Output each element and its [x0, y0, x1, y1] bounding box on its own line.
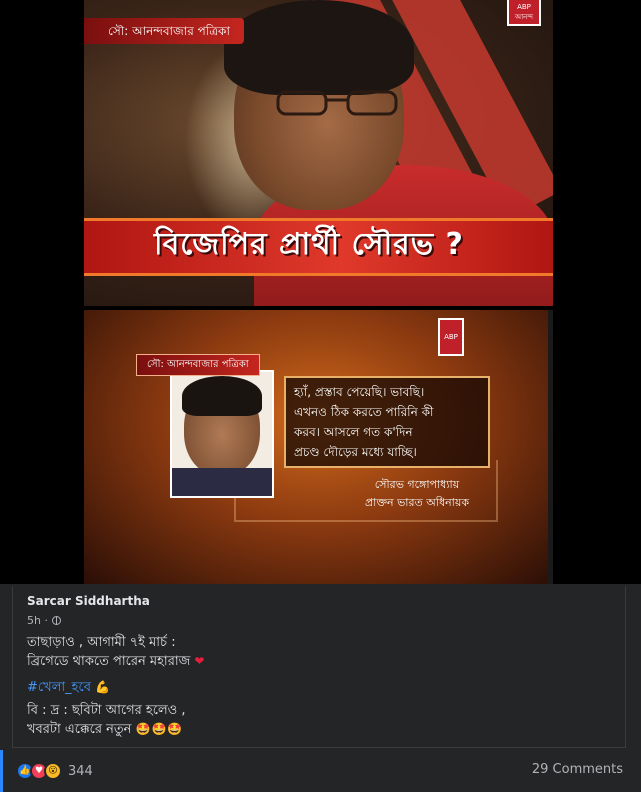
post-body: Sarcar Siddhartha 5h · তাছাড়াও , আগামী … [12, 586, 626, 748]
post-text-line: #খেলা_হবে 💪 [27, 678, 110, 697]
comments-count-link[interactable]: 29 Comments [532, 762, 623, 777]
post-text-line: ব্রিগেডে থাকতে পারেন মহারাজ ❤ [27, 652, 204, 671]
abp-logo-subtext: আনন্দ [515, 13, 533, 21]
news-screenshot-bottom: ABP সৌ: আনন্দবাজার পত্রিকা হ্যাঁ, প্রস্ত… [84, 310, 553, 584]
reactions-summary[interactable]: 👍 ♥ 😮 344 [16, 762, 93, 780]
post-text: বি : দ্র : ছবিটা আগের হলেও , [27, 703, 186, 718]
abp-logo: ABP [438, 318, 464, 356]
post-footer: 👍 ♥ 😮 344 29 Comments [0, 750, 641, 792]
wow-icon: 😮 [44, 762, 62, 780]
abp-logo-text: ABP [444, 333, 458, 341]
person-hair [182, 376, 262, 416]
star-struck-emoji-icon: 🤩🤩🤩 [135, 722, 184, 736]
flexed-bicep-emoji-icon: 💪 [95, 680, 111, 694]
post-text-line: বি : দ্র : ছবিটা আগের হলেও , [27, 702, 185, 720]
post-text: তাছাড়াও , আগামী ৭ই মার্চ : [27, 635, 176, 650]
news-screenshot-top: সৌ: আনন্দবাজার পত্রিকা ABP আনন্দ বিজেপির… [84, 0, 553, 306]
quote-line: করব। আসলে গত ক'দিন [294, 425, 413, 439]
post-media[interactable]: সৌ: আনন্দবাজার পত্রিকা ABP আনন্দ বিজেপির… [0, 0, 641, 584]
divider [548, 310, 553, 584]
post-text: খবরটা এক্কেরে নতুন [27, 722, 132, 737]
byline-title: প্রাক্তন ভারত অধিনায়ক [364, 496, 470, 509]
post-text: ব্রিগেডে থাকতে পারেন মহারাজ [27, 654, 191, 669]
active-indicator [0, 750, 3, 792]
globe-icon [51, 616, 61, 625]
byline-name: সৌরভ গঙ্গোপাধ্যায় [374, 478, 460, 491]
person-photo [170, 370, 274, 498]
heart-emoji-icon: ❤ [194, 654, 205, 668]
headline: বিজেপির প্রার্থী সৌরভ ? [154, 227, 464, 262]
quote-byline: সৌরভ গঙ্গোপাধ্যায় প্রাক্তন ভারত অধিনায়… [342, 476, 492, 512]
post-author[interactable]: Sarcar Siddhartha [27, 594, 150, 608]
glasses-icon [276, 90, 398, 116]
post-time[interactable]: 5h · [27, 614, 48, 627]
hashtag-link[interactable]: #খেলা_হবে [27, 680, 91, 695]
abp-logo: ABP আনন্দ [507, 0, 541, 26]
quote-line: এখনও ঠিক করতে পারিনি কী [294, 405, 434, 419]
source-tag: সৌ: আনন্দবাজার পত্রিকা [84, 18, 244, 44]
person-hair [224, 0, 414, 95]
post-text-line: তাছাড়াও , আগামী ৭ই মার্চ : [27, 634, 176, 652]
quote-line: হ্যাঁ, প্রস্তাব পেয়েছি। ভাবছি। [294, 385, 425, 399]
person-shirt [172, 468, 272, 496]
post-text-line: খবরটা এক্কেরে নতুন 🤩🤩🤩 [27, 720, 183, 739]
abp-logo-text: ABP [517, 3, 531, 11]
quote-box: হ্যাঁ, প্রস্তাব পেয়েছি। ভাবছি। এখনও ঠিক… [284, 376, 490, 468]
reaction-count[interactable]: 344 [68, 764, 93, 779]
post-meta: 5h · [27, 614, 61, 627]
quote-line: প্রচণ্ড দৌড়ের মধ্যে যাচ্ছি। [294, 445, 417, 459]
source-tag: সৌ: আনন্দবাজার পত্রিকা [136, 354, 260, 376]
